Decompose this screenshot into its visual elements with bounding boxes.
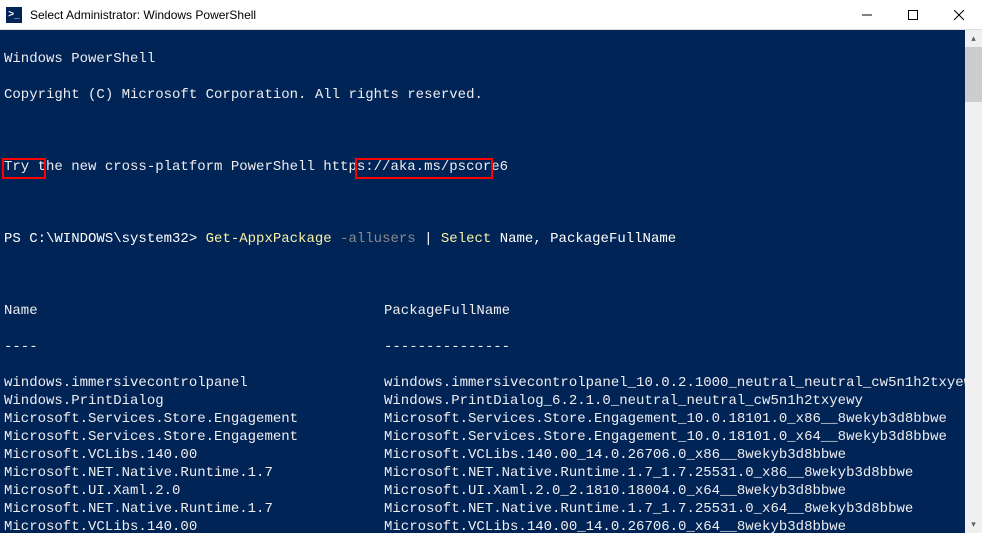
package-full-name: Microsoft.Services.Store.Engagement_10.0…: [384, 410, 961, 428]
titlebar[interactable]: >_ Select Administrator: Windows PowerSh…: [0, 0, 982, 30]
package-full-name: windows.immersivecontrolpanel_10.0.2.100…: [384, 374, 965, 392]
table-row: Windows.PrintDialogWindows.PrintDialog_6…: [4, 392, 961, 410]
banner-hint: Try the new cross-platform PowerShell ht…: [4, 158, 961, 176]
vertical-scrollbar[interactable]: ▴ ▾: [965, 30, 982, 533]
scroll-thumb[interactable]: [965, 47, 982, 102]
banner-line: Windows PowerShell: [4, 50, 961, 68]
package-name: Microsoft.NET.Native.Runtime.1.7: [4, 464, 384, 482]
column-dividers: -------------------: [4, 338, 961, 356]
table-row: windows.immersivecontrolpanelwindows.imm…: [4, 374, 961, 392]
package-name: Microsoft.UI.Xaml.2.0: [4, 482, 384, 500]
package-name: Microsoft.Services.Store.Engagement: [4, 410, 384, 428]
console-output[interactable]: Windows PowerShell Copyright (C) Microso…: [0, 30, 965, 533]
package-full-name: Microsoft.Services.Store.Engagement_10.0…: [384, 428, 961, 446]
minimize-button[interactable]: [844, 0, 890, 30]
console-area: Windows PowerShell Copyright (C) Microso…: [0, 30, 982, 533]
table-row: Microsoft.UI.Xaml.2.0Microsoft.UI.Xaml.2…: [4, 482, 961, 500]
table-row: Microsoft.Services.Store.EngagementMicro…: [4, 428, 961, 446]
powershell-icon: >_: [6, 7, 22, 23]
window-controls: [844, 0, 982, 30]
package-full-name: Microsoft.VCLibs.140.00_14.0.26706.0_x64…: [384, 518, 961, 533]
banner-line: Copyright (C) Microsoft Corporation. All…: [4, 86, 961, 104]
package-name: Microsoft.VCLibs.140.00: [4, 446, 384, 464]
package-full-name: Microsoft.NET.Native.Runtime.1.7_1.7.255…: [384, 464, 961, 482]
table-row: Microsoft.NET.Native.Runtime.1.7Microsof…: [4, 464, 961, 482]
table-row: Microsoft.Services.Store.EngagementMicro…: [4, 410, 961, 428]
scroll-up-button[interactable]: ▴: [965, 30, 982, 47]
close-button[interactable]: [936, 0, 982, 30]
package-full-name: Windows.PrintDialog_6.2.1.0_neutral_neut…: [384, 392, 961, 410]
table-row: Microsoft.VCLibs.140.00Microsoft.VCLibs.…: [4, 518, 961, 533]
scroll-down-button[interactable]: ▾: [965, 516, 982, 533]
package-name: Microsoft.Services.Store.Engagement: [4, 428, 384, 446]
package-name: Microsoft.VCLibs.140.00: [4, 518, 384, 533]
package-full-name: Microsoft.UI.Xaml.2.0_2.1810.18004.0_x64…: [384, 482, 961, 500]
package-full-name: Microsoft.NET.Native.Runtime.1.7_1.7.255…: [384, 500, 961, 518]
package-name: windows.immersivecontrolpanel: [4, 374, 384, 392]
prompt-line: PS C:\WINDOWS\system32> Get-AppxPackage …: [4, 230, 961, 248]
window-title: Select Administrator: Windows PowerShell: [30, 8, 256, 22]
package-full-name: Microsoft.VCLibs.140.00_14.0.26706.0_x86…: [384, 446, 961, 464]
table-row: Microsoft.VCLibs.140.00Microsoft.VCLibs.…: [4, 446, 961, 464]
package-name: Microsoft.NET.Native.Runtime.1.7: [4, 500, 384, 518]
package-name: Windows.PrintDialog: [4, 392, 384, 410]
maximize-button[interactable]: [890, 0, 936, 30]
column-headers: NamePackageFullName: [4, 302, 961, 320]
table-row: Microsoft.NET.Native.Runtime.1.7Microsof…: [4, 500, 961, 518]
